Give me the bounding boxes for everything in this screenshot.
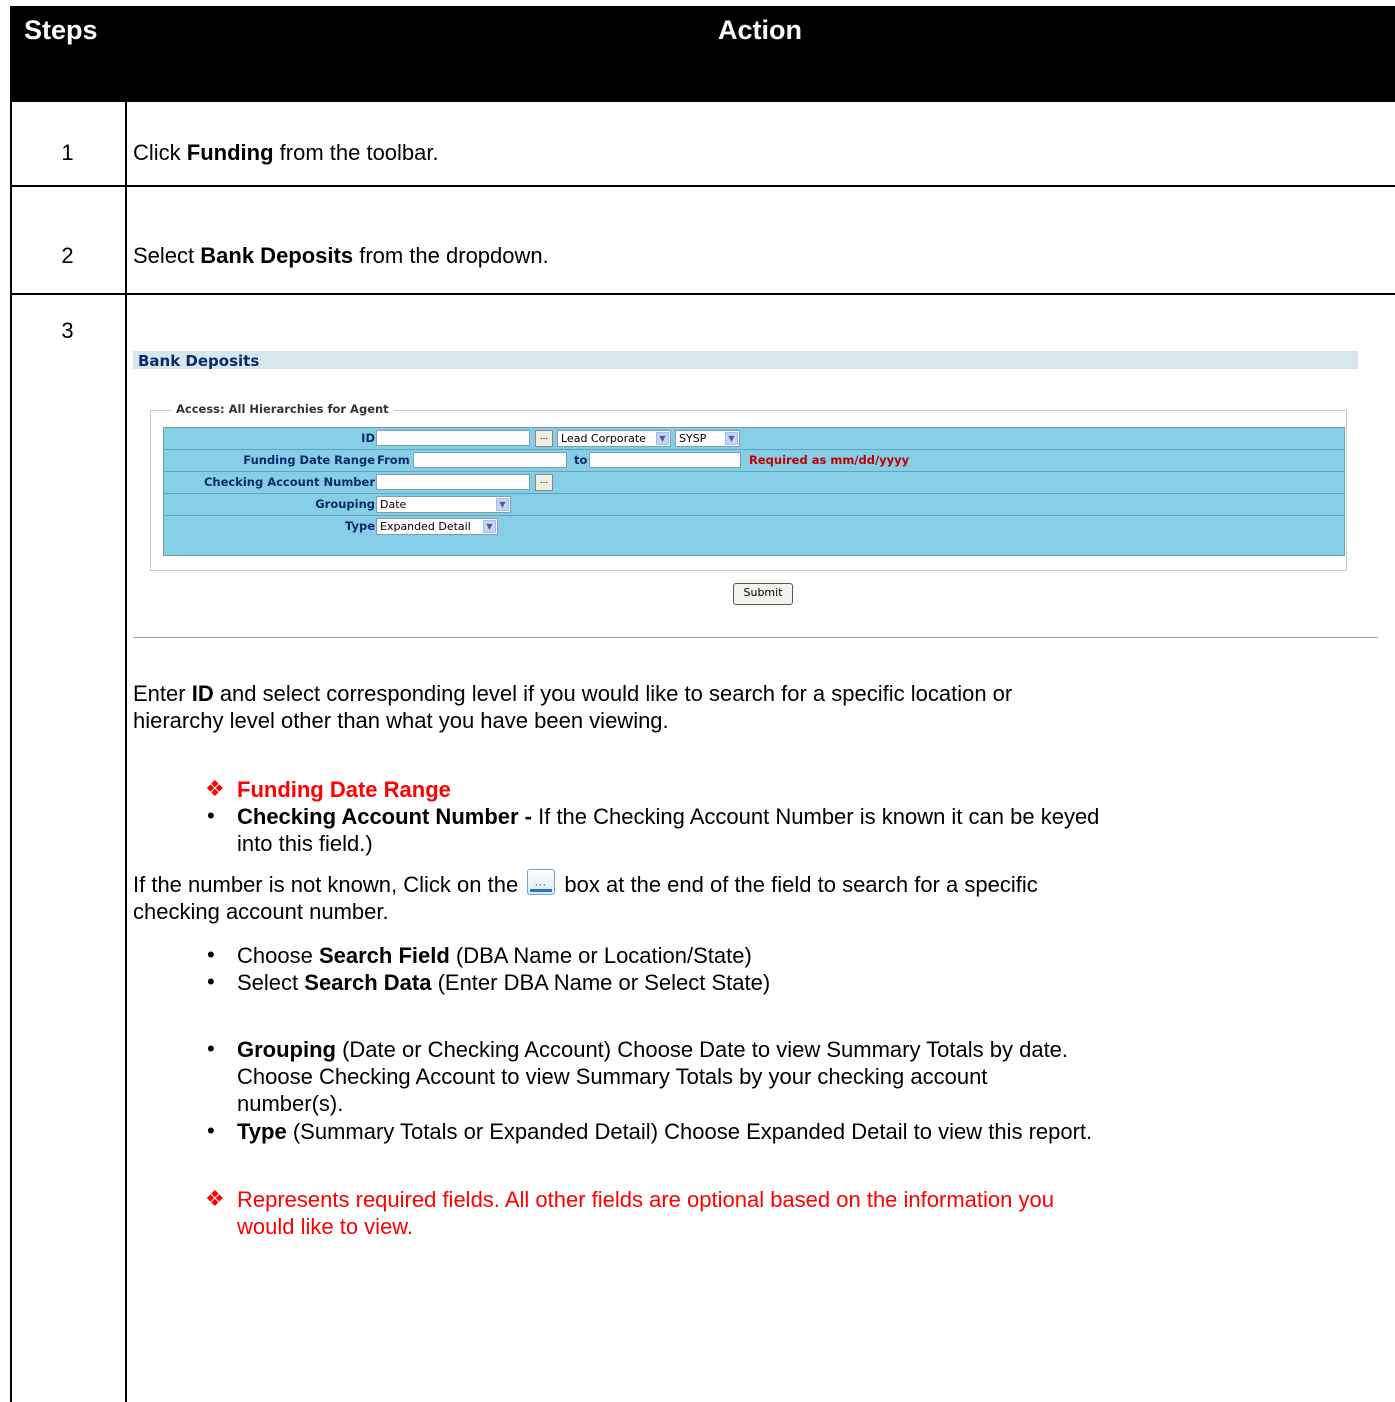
checking-account-item: Checking Account Number - If the Checkin… [237, 803, 1387, 857]
bullet-icon: • [207, 942, 215, 967]
text: (DBA Name or Location/State) [449, 943, 752, 968]
level-select-value: Lead Corporate [561, 432, 646, 445]
row-divider [10, 293, 1395, 295]
lookup-instructions: If the number is not known, Click on the… [133, 869, 1038, 925]
text: If the Checking Account Number is known … [532, 804, 1100, 829]
required-fields-note: Represents required fields. All other fi… [237, 1186, 1387, 1240]
chevron-down-icon: ▼ [496, 498, 509, 511]
keyword: Grouping [237, 1037, 336, 1062]
table-border-left [10, 102, 12, 1402]
submit-button[interactable]: Submit [733, 583, 793, 605]
type-row: Type Expanded Detail ▼ [164, 516, 1344, 537]
text: box at the end of the field to search fo… [558, 872, 1038, 897]
keyword: ID [191, 681, 214, 706]
divider [133, 637, 1378, 638]
sys-select[interactable]: SYSP ▼ [675, 430, 740, 447]
to-date-input[interactable] [589, 452, 741, 468]
level-select[interactable]: Lead Corporate ▼ [557, 430, 671, 447]
text: Choose [237, 943, 319, 968]
step-text: Select [133, 243, 201, 268]
chevron-down-icon: ▼ [483, 520, 496, 533]
text: Enter [133, 681, 192, 706]
from-date-input[interactable] [413, 452, 567, 468]
grouping-select[interactable]: Date ▼ [376, 496, 511, 513]
step-number: 1 [61, 140, 74, 165]
keyword: Search Field [318, 943, 450, 968]
type-item: Type (Summary Totals or Expanded Detail)… [237, 1118, 1387, 1145]
bullet-icon: • [207, 1036, 215, 1061]
text: (Summary Totals or Expanded Detail) Choo… [286, 1119, 1093, 1144]
type-label: Type [344, 519, 375, 533]
bullet-icon: • [207, 803, 215, 828]
text: If the number is not known, Click on the [133, 872, 525, 897]
access-legend: Access: All Hierarchies for Agent [171, 402, 394, 416]
from-label: From [377, 453, 410, 467]
checking-account-row: Checking Account Number ... [164, 472, 1344, 494]
step-1-text: Click Funding from the toolbar. [133, 140, 439, 166]
id-label: ID [361, 431, 375, 445]
keyword: Search Data [304, 970, 432, 995]
text: (Enter DBA Name or Select State) [431, 970, 771, 995]
id-instructions: Enter ID and select corresponding level … [133, 680, 1012, 734]
access-fieldset: Access: All Hierarchies for Agent ID ...… [150, 402, 1347, 571]
bullet-icon: • [207, 969, 215, 994]
grouping-select-value: Date [380, 498, 407, 511]
text: hierarchy level other than what you have… [133, 708, 669, 733]
checking-lookup-button[interactable]: ... [535, 474, 553, 491]
step-keyword: Funding [186, 140, 274, 165]
action-header: Action [718, 15, 802, 45]
id-lookup-button[interactable]: ... [535, 430, 553, 447]
id-row: ID ... Lead Corporate ▼ SYSP ▼ [164, 428, 1344, 450]
search-field-item: Choose Search Field (DBA Name or Locatio… [237, 942, 752, 969]
text: would like to view. [237, 1214, 414, 1239]
required-diamond-icon: ❖ [205, 776, 225, 801]
text: number(s). [237, 1091, 344, 1116]
ellipsis-lookup-icon [527, 869, 556, 898]
text: Choose Checking Account to view Summary … [237, 1064, 988, 1089]
table-header: Steps Action [10, 6, 1395, 102]
step-number: 3 [61, 318, 74, 343]
text: checking account number. [133, 899, 389, 924]
checking-account-input[interactable] [376, 474, 530, 490]
keyword: Type [237, 1119, 287, 1144]
text: Select [237, 970, 305, 995]
step-text: from the dropdown. [353, 243, 549, 268]
grouping-item: Grouping (Date or Checking Account) Choo… [237, 1036, 1387, 1117]
search-data-item: Select Search Data (Enter DBA Name or Se… [237, 969, 770, 996]
screen-title-bar: Bank Deposits [133, 351, 1358, 370]
checking-account-label: Checking Account Number [203, 475, 375, 489]
text: Represents required fields. All other fi… [237, 1187, 1054, 1212]
search-form: ID ... Lead Corporate ▼ SYSP ▼ Funding D… [163, 427, 1345, 556]
text: and select corresponding level if you wo… [213, 681, 1013, 706]
required-field-item: Funding Date Range [237, 777, 451, 802]
step-2-text: Select Bank Deposits from the dropdown. [133, 243, 549, 269]
screen-title: Bank Deposits [138, 352, 260, 370]
bullet-icon: • [207, 1118, 215, 1143]
required-diamond-icon: ❖ [205, 1186, 225, 1211]
chevron-down-icon: ▼ [725, 432, 738, 445]
step-text: Click [133, 140, 187, 165]
text: into this field.) [237, 831, 373, 856]
chevron-down-icon: ▼ [656, 432, 669, 445]
to-label: to [574, 453, 588, 467]
type-select-value: Expanded Detail [380, 520, 471, 533]
column-divider [125, 102, 127, 1402]
keyword: Checking Account Number - [237, 804, 532, 829]
step-number: 2 [61, 243, 74, 268]
required-note: Required as mm/dd/yyyy [749, 453, 910, 467]
id-input[interactable] [376, 430, 530, 446]
text: (Date or Checking Account) Choose Date t… [335, 1037, 1069, 1062]
step-text: from the toolbar. [273, 140, 439, 165]
type-select[interactable]: Expanded Detail ▼ [376, 518, 498, 535]
grouping-row: Grouping Date ▼ [164, 494, 1344, 516]
row-divider [10, 185, 1395, 187]
step-keyword: Bank Deposits [200, 243, 354, 268]
grouping-label: Grouping [315, 497, 375, 511]
sys-select-value: SYSP [679, 432, 707, 445]
funding-date-row: Funding Date Range From to Required as m… [164, 450, 1344, 472]
steps-header: Steps [24, 15, 98, 45]
funding-date-label: Funding Date Range [243, 453, 375, 467]
